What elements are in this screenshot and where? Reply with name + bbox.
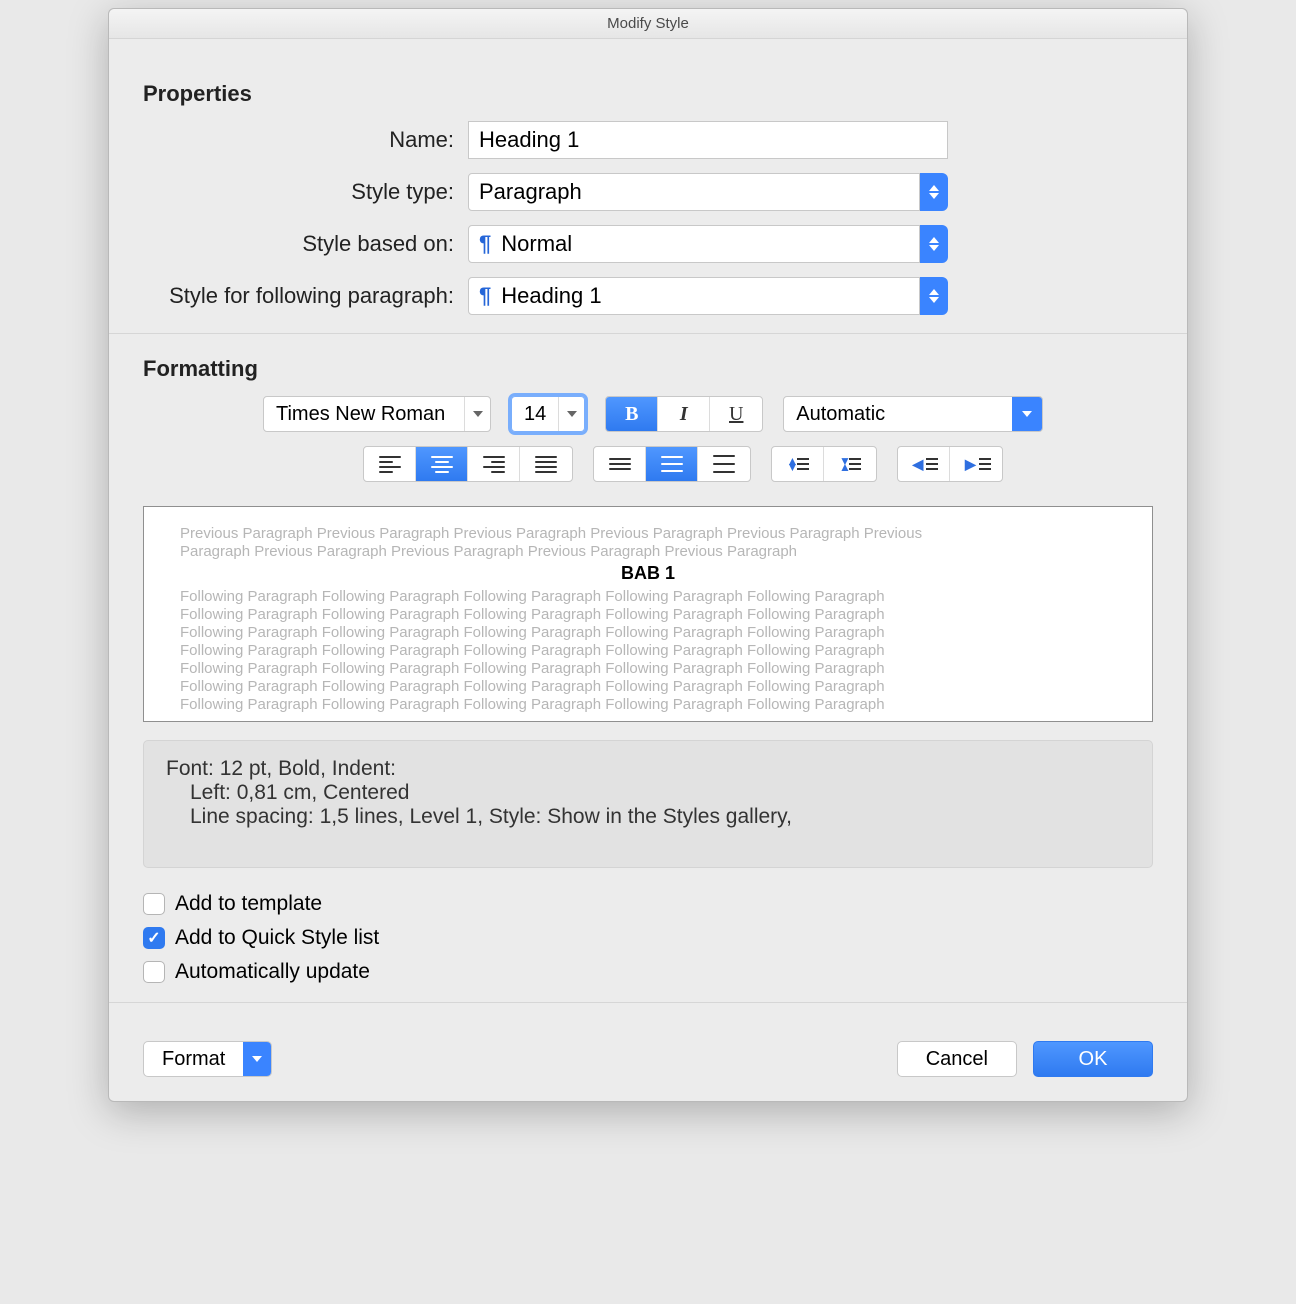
styletype-select[interactable]: Paragraph <box>468 173 948 211</box>
font-color-select[interactable]: Automatic <box>783 396 1043 432</box>
align-left-icon <box>379 455 401 473</box>
modify-style-dialog: Modify Style Properties Name: Style type… <box>108 8 1188 1102</box>
properties-heading: Properties <box>143 81 1153 107</box>
ok-button[interactable]: OK <box>1033 1041 1153 1077</box>
align-center-button[interactable] <box>416 447 468 481</box>
name-label: Name: <box>143 127 468 153</box>
font-style-group: B I U <box>605 396 763 432</box>
font-size-value: 14 <box>512 397 558 431</box>
spacing-15-icon <box>661 455 683 473</box>
add-to-template-label: Add to template <box>175 892 322 916</box>
decrease-indent-button[interactable]: ◀ <box>898 447 950 481</box>
following-label: Style for following paragraph: <box>143 283 468 309</box>
stepper-icon <box>920 277 948 315</box>
basedon-select[interactable]: ¶ Normal <box>468 225 948 263</box>
preview-sample-text: BAB 1 <box>180 563 1116 584</box>
font-name-value: Times New Roman <box>264 397 464 431</box>
window-title: Modify Style <box>109 9 1187 39</box>
line-spacing-group <box>593 446 751 482</box>
preview-following-text: Following Paragraph Following Paragraph … <box>180 642 1116 660</box>
name-input[interactable] <box>468 121 948 159</box>
spacing-1-icon <box>609 455 631 473</box>
following-select[interactable]: ¶ Heading 1 <box>468 277 948 315</box>
increase-indent-button[interactable]: ▶ <box>950 447 1002 481</box>
dropdown-icon <box>243 1042 271 1076</box>
font-color-value: Automatic <box>784 397 1012 431</box>
formatting-heading: Formatting <box>143 356 1153 382</box>
style-preview: Previous Paragraph Previous Paragraph Pr… <box>143 506 1153 722</box>
spacing-2-button[interactable] <box>698 447 750 481</box>
format-menu-button[interactable]: Format <box>143 1041 272 1077</box>
dropdown-icon <box>1012 397 1042 431</box>
format-button-label: Format <box>144 1048 243 1071</box>
dropdown-icon <box>558 397 584 431</box>
preview-following-text: Following Paragraph Following Paragraph … <box>180 606 1116 624</box>
pilcrow-icon: ¶ <box>479 283 491 309</box>
align-justify-button[interactable] <box>520 447 572 481</box>
space-after-button[interactable]: ▼▲ <box>824 447 876 481</box>
preview-previous-text: Previous Paragraph Previous Paragraph Pr… <box>180 525 1116 543</box>
space-after-icon: ▼▲ <box>839 455 861 473</box>
space-before-icon: ▲▼ <box>787 455 809 473</box>
align-left-button[interactable] <box>364 447 416 481</box>
auto-update-label: Automatically update <box>175 960 370 984</box>
decrease-indent-icon: ◀ <box>913 455 935 473</box>
style-description: Font: 12 pt, Bold, Indent: Left: 0,81 cm… <box>143 740 1153 868</box>
increase-indent-icon: ▶ <box>965 455 987 473</box>
description-line: Font: 12 pt, Bold, Indent: <box>166 757 1130 781</box>
preview-previous-text: Paragraph Previous Paragraph Previous Pa… <box>180 543 1116 561</box>
dropdown-icon <box>464 397 490 431</box>
cancel-button[interactable]: Cancel <box>897 1041 1017 1077</box>
styletype-label: Style type: <box>143 179 468 205</box>
align-right-icon <box>483 455 505 473</box>
underline-button[interactable]: U <box>710 397 762 431</box>
spacing-2-icon <box>713 455 735 473</box>
basedon-label: Style based on: <box>143 231 468 257</box>
bold-button[interactable]: B <box>606 397 658 431</box>
font-size-combo[interactable]: 14 <box>511 396 585 432</box>
preview-following-text: Following Paragraph Following Paragraph … <box>180 624 1116 642</box>
styletype-value: Paragraph <box>479 179 582 205</box>
pilcrow-icon: ¶ <box>479 231 491 257</box>
description-line: Left: 0,81 cm, Centered <box>166 781 1130 805</box>
spacing-1-button[interactable] <box>594 447 646 481</box>
align-justify-icon <box>535 455 557 473</box>
stepper-icon <box>920 225 948 263</box>
indent-group: ◀ ▶ <box>897 446 1003 482</box>
align-center-icon <box>431 455 453 473</box>
preview-following-text: Following Paragraph Following Paragraph … <box>180 660 1116 678</box>
stepper-icon <box>920 173 948 211</box>
italic-button[interactable]: I <box>658 397 710 431</box>
font-name-combo[interactable]: Times New Roman <box>263 396 491 432</box>
preview-following-text: Following Paragraph Following Paragraph … <box>180 696 1116 714</box>
spacing-15-button[interactable] <box>646 447 698 481</box>
description-line: Line spacing: 1,5 lines, Level 1, Style:… <box>166 805 1130 829</box>
add-to-quick-style-label: Add to Quick Style list <box>175 926 379 950</box>
add-to-template-checkbox[interactable] <box>143 893 165 915</box>
align-right-button[interactable] <box>468 447 520 481</box>
paragraph-spacing-group: ▲▼ ▼▲ <box>771 446 877 482</box>
add-to-quick-style-checkbox[interactable]: ✓ <box>143 927 165 949</box>
preview-following-text: Following Paragraph Following Paragraph … <box>180 588 1116 606</box>
following-value: Heading 1 <box>501 283 601 309</box>
space-before-button[interactable]: ▲▼ <box>772 447 824 481</box>
basedon-value: Normal <box>501 231 572 257</box>
preview-following-text: Following Paragraph Following Paragraph … <box>180 678 1116 696</box>
alignment-group <box>363 446 573 482</box>
auto-update-checkbox[interactable] <box>143 961 165 983</box>
